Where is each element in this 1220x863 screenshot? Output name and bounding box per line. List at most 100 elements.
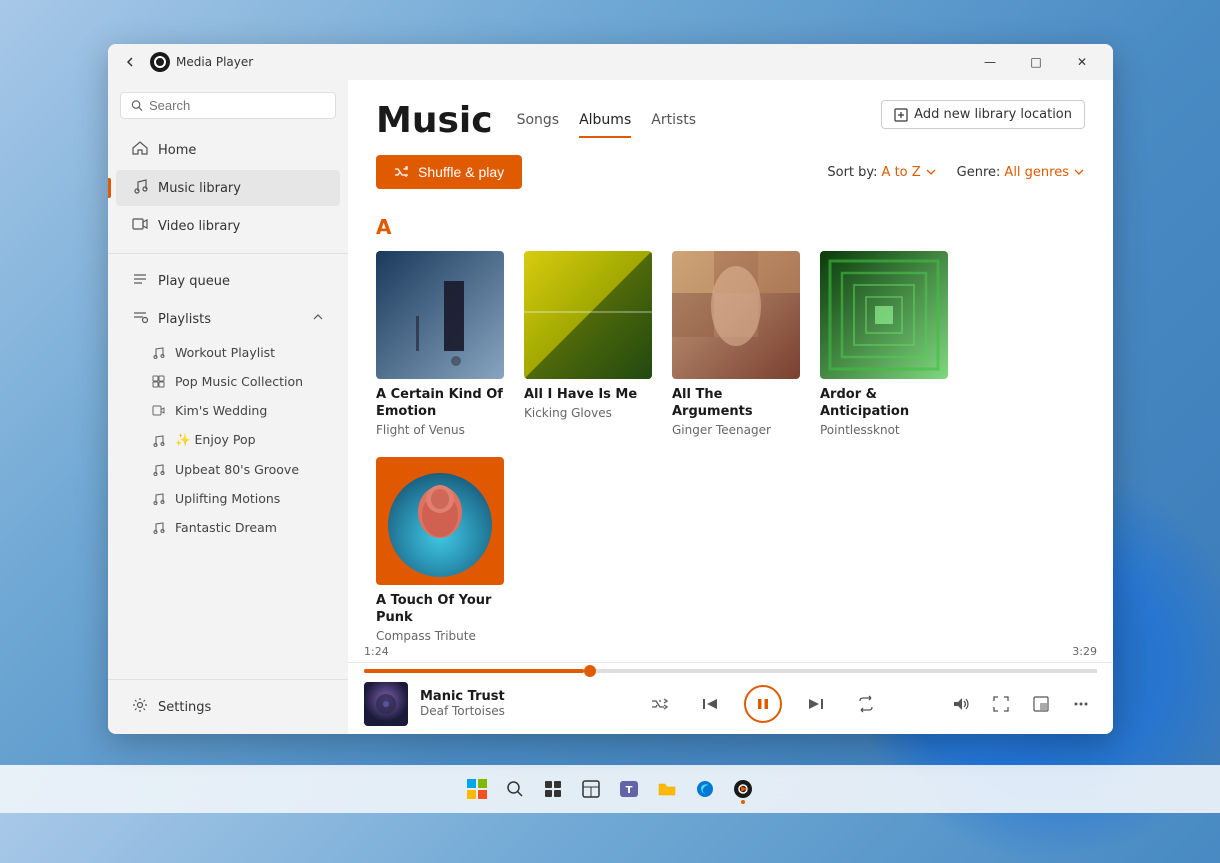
- svg-text:T: T: [626, 785, 633, 796]
- taskbar-widgets[interactable]: [573, 771, 609, 807]
- sidebar-item-video-library[interactable]: Video library: [116, 208, 340, 244]
- album-title: All The Arguments: [672, 387, 800, 421]
- album-card[interactable]: A Touch Of Your Punk Compass Tribute: [376, 457, 504, 643]
- playlist-star-icon: [152, 434, 165, 447]
- playlist-label: Uplifting Motions: [175, 491, 280, 506]
- window-controls: — □ ✕: [967, 44, 1105, 80]
- sidebar-item-settings[interactable]: Settings: [116, 689, 340, 725]
- search-box[interactable]: [120, 92, 336, 119]
- media-player-window: Media Player — □ ✕: [108, 44, 1113, 734]
- playlist-item-workout[interactable]: Workout Playlist: [116, 339, 340, 366]
- taskbar-taskview[interactable]: [535, 771, 571, 807]
- album-card[interactable]: All The Arguments Ginger Teenager: [672, 251, 800, 437]
- more-options-button[interactable]: [1065, 688, 1097, 720]
- album-artist: Compass Tribute: [376, 629, 504, 643]
- settings-icon: [132, 697, 148, 717]
- album-card[interactable]: A Certain Kind Of Emotion Flight of Venu…: [376, 251, 504, 437]
- right-controls: [945, 688, 1097, 720]
- album-artist: Ginger Teenager: [672, 423, 800, 437]
- playlist-grid-icon: [152, 375, 165, 388]
- back-button[interactable]: [116, 48, 144, 76]
- playlists-section[interactable]: Playlists: [116, 301, 340, 337]
- progress-bar[interactable]: [364, 669, 1097, 673]
- add-library-icon: [894, 108, 908, 122]
- taskbar-media[interactable]: [725, 771, 761, 807]
- playlist-item-fantastic-dream[interactable]: Fantastic Dream: [116, 514, 340, 541]
- sidebar-item-play-queue[interactable]: Play queue: [116, 263, 340, 299]
- shuffle-control-button[interactable]: [644, 688, 676, 720]
- playlists-label: Playlists: [158, 312, 211, 327]
- miniplayer-button[interactable]: [1025, 688, 1057, 720]
- tab-songs[interactable]: Songs: [517, 112, 560, 138]
- player-controls: [592, 685, 933, 723]
- taskbar-teams[interactable]: T: [611, 771, 647, 807]
- tab-albums[interactable]: Albums: [579, 112, 631, 138]
- playlist-label: Kim's Wedding: [175, 403, 267, 418]
- next-button[interactable]: [800, 688, 832, 720]
- sidebar-item-home[interactable]: Home: [116, 132, 340, 168]
- playlist-label: ✨ Enjoy Pop: [175, 432, 256, 448]
- sort-dropdown[interactable]: Sort by: A to Z: [827, 165, 936, 180]
- now-playing-artist: Deaf Tortoises: [420, 704, 580, 718]
- progress-thumb: [584, 665, 596, 677]
- playlist-item-uplifting-motions[interactable]: Uplifting Motions: [116, 485, 340, 512]
- album-artist: Flight of Venus: [376, 423, 504, 437]
- playlist-label: Workout Playlist: [175, 345, 275, 360]
- time-current: 1:24: [364, 645, 389, 658]
- album-card[interactable]: Ardor & Anticipation Pointlessknot: [820, 251, 948, 437]
- search-input[interactable]: [149, 98, 325, 113]
- album-title: A Touch Of Your Punk: [376, 593, 504, 627]
- play-queue-label: Play queue: [158, 274, 230, 289]
- sort-chevron-icon: [925, 166, 937, 178]
- album-title: Ardor & Anticipation: [820, 387, 948, 421]
- add-library-button[interactable]: Add new library location: [881, 100, 1085, 129]
- close-button[interactable]: ✕: [1059, 44, 1105, 80]
- home-icon: [132, 140, 148, 160]
- taskbar-edge[interactable]: [687, 771, 723, 807]
- album-card[interactable]: All I Have Is Me Kicking Gloves: [524, 251, 652, 437]
- fullscreen-button[interactable]: [985, 688, 1017, 720]
- playlist-video-icon: [152, 404, 165, 417]
- app-logo: [150, 52, 170, 72]
- album-title: A Certain Kind Of Emotion: [376, 387, 504, 421]
- album-art-svg: [376, 251, 504, 379]
- sidebar: Home Music library: [108, 80, 348, 734]
- taskbar-search[interactable]: [497, 771, 533, 807]
- playlist-item-enjoy-pop[interactable]: ✨ Enjoy Pop: [116, 426, 340, 454]
- controls-row: Shuffle & play Sort by: A to Z Genre: Al…: [348, 141, 1113, 199]
- album-art: [376, 251, 504, 379]
- maximize-button[interactable]: □: [1013, 44, 1059, 80]
- album-art: [524, 251, 652, 379]
- repeat-button[interactable]: [850, 688, 882, 720]
- now-playing-art: [364, 682, 408, 726]
- now-playing-title: Manic Trust: [420, 689, 580, 704]
- minimize-button[interactable]: —: [967, 44, 1013, 80]
- playlist-item-upbeat-80s[interactable]: Upbeat 80's Groove: [116, 456, 340, 483]
- tabs: Songs Albums Artists: [517, 112, 696, 138]
- sidebar-item-music-library[interactable]: Music library: [116, 170, 340, 206]
- taskbar-explorer[interactable]: [649, 771, 685, 807]
- playlist-item-kims-wedding[interactable]: Kim's Wedding: [116, 397, 340, 424]
- album-artist: Pointlessknot: [820, 423, 948, 437]
- taskbar-start[interactable]: [459, 771, 495, 807]
- content-header: Music Songs Albums Artists: [348, 80, 1113, 141]
- volume-button[interactable]: [945, 688, 977, 720]
- now-playing-bar: 1:24 3:29: [348, 662, 1113, 734]
- sort-genre-controls: Sort by: A to Z Genre: All genres: [827, 165, 1085, 180]
- video-icon: [132, 216, 148, 236]
- playlist-music4-icon: [152, 521, 165, 534]
- shuffle-icon: [394, 164, 410, 180]
- playlist-item-pop-music[interactable]: Pop Music Collection: [116, 368, 340, 395]
- playlist-music2-icon: [152, 463, 165, 476]
- time-total: 3:29: [1072, 645, 1097, 658]
- music-icon: [132, 178, 148, 198]
- shuffle-button[interactable]: Shuffle & play: [376, 155, 522, 189]
- tab-artists[interactable]: Artists: [651, 112, 696, 138]
- genre-dropdown[interactable]: Genre: All genres: [957, 165, 1085, 180]
- search-icon: [131, 99, 143, 112]
- previous-button[interactable]: [694, 688, 726, 720]
- play-pause-button[interactable]: [744, 685, 782, 723]
- titlebar: Media Player — □ ✕: [108, 44, 1113, 80]
- album-art-svg: [672, 251, 800, 379]
- genre-chevron-icon: [1073, 166, 1085, 178]
